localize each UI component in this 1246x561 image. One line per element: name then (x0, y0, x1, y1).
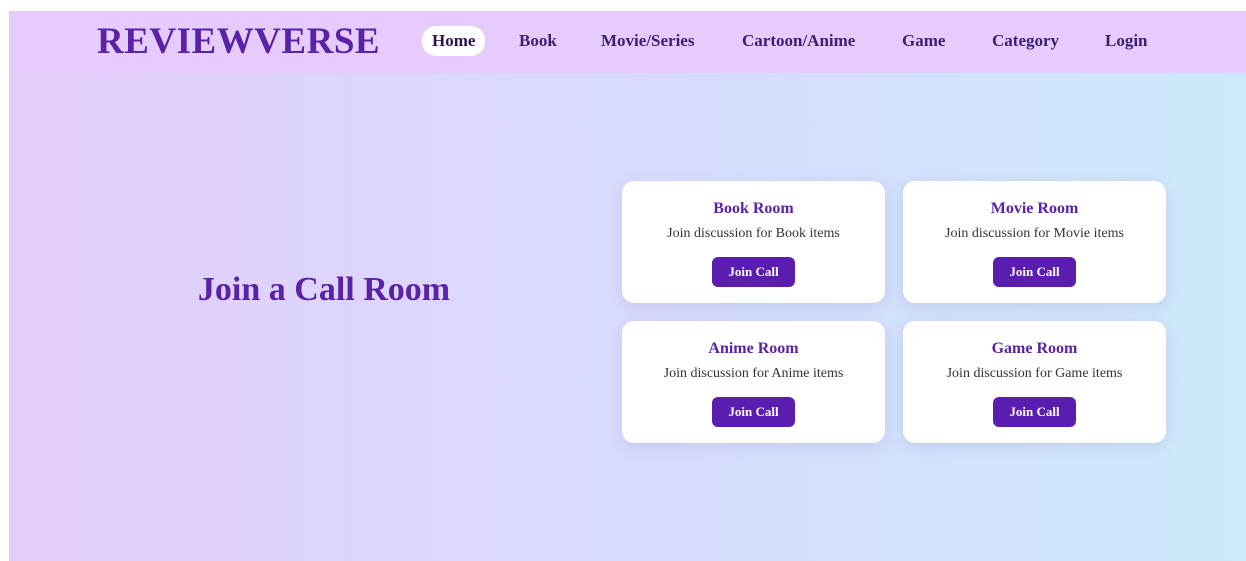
room-card-book: Book Room Join discussion for Book items… (622, 181, 885, 303)
nav-game[interactable]: Game (902, 26, 945, 56)
nav-cartoon-anime[interactable]: Cartoon/Anime (742, 26, 855, 56)
navbar: REVIEWVERSE Home Book Movie/Series Carto… (9, 11, 1246, 73)
page-title: Join a Call Room (197, 271, 451, 308)
room-title: Movie Room (990, 200, 1079, 217)
room-title: Anime Room (708, 340, 799, 357)
join-call-button[interactable]: Join Call (712, 257, 795, 287)
room-description: Join discussion for Anime items (663, 366, 844, 381)
nav-book[interactable]: Book (519, 26, 557, 56)
room-card-movie: Movie Room Join discussion for Movie ite… (903, 181, 1166, 303)
room-title: Game Room (991, 340, 1078, 357)
join-call-button[interactable]: Join Call (993, 257, 1076, 287)
room-description: Join discussion for Game items (946, 366, 1123, 381)
nav-category[interactable]: Category (992, 26, 1059, 56)
room-card-anime: Anime Room Join discussion for Anime ite… (622, 321, 885, 443)
join-call-button[interactable]: Join Call (993, 397, 1076, 427)
join-call-button[interactable]: Join Call (712, 397, 795, 427)
room-title: Book Room (713, 200, 794, 217)
nav-home[interactable]: Home (422, 26, 486, 56)
nav-movie-series[interactable]: Movie/Series (601, 26, 694, 56)
room-description: Join discussion for Movie items (945, 226, 1124, 241)
nav-login[interactable]: Login (1105, 26, 1148, 56)
room-card-game: Game Room Join discussion for Game items… (903, 321, 1166, 443)
room-description: Join discussion for Book items (667, 226, 840, 241)
page: REVIEWVERSE Home Book Movie/Series Carto… (9, 11, 1246, 561)
brand-logo[interactable]: REVIEWVERSE (97, 22, 380, 62)
